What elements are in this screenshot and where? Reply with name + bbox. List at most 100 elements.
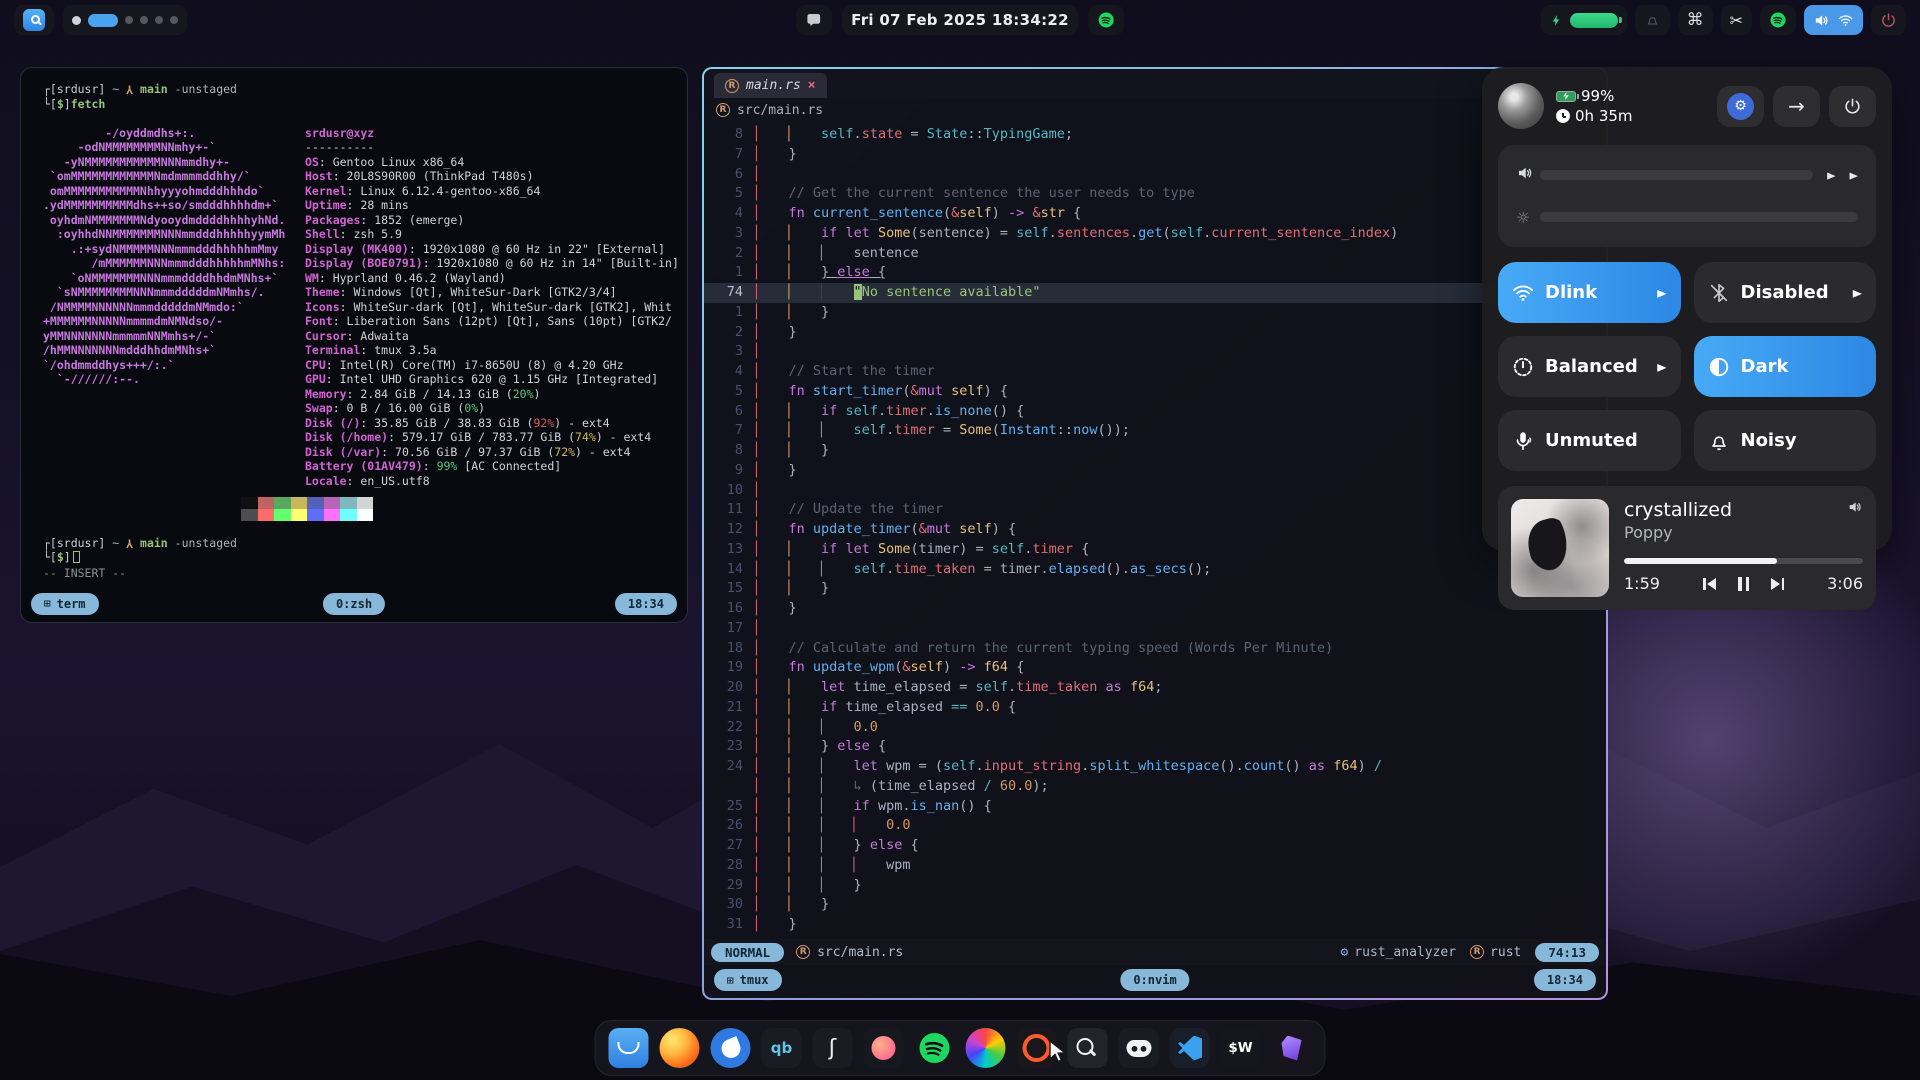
toggle-disabled[interactable]: Disabled▶ — [1694, 262, 1877, 323]
chevron-right-icon[interactable]: ▶ — [1827, 169, 1835, 180]
code-buffer[interactable]: 8▏ ▏ self.state = State::TypingGame;7▏ }… — [704, 125, 1606, 936]
code-line: 12▏ fn update_timer(&mut self) { — [704, 520, 1606, 540]
quick-toggles: Dlink▶Disabled▶Balanced▶DarkUnmutedNoisy — [1498, 262, 1876, 471]
workspace-dot-occupied[interactable] — [72, 16, 81, 25]
tab-main-rs[interactable]: R main.rs × — [714, 73, 827, 98]
vscode-icon[interactable] — [1170, 1028, 1210, 1068]
code-line: 17▏ — [704, 619, 1606, 639]
next-button[interactable] — [1771, 578, 1784, 590]
dollar-w-icon[interactable]: $W — [1221, 1028, 1261, 1068]
code-line: 28▏ ▏ ▏ ▏ wpm — [704, 856, 1606, 876]
pause-button[interactable] — [1738, 577, 1749, 591]
shell-swirl-icon[interactable]: ʃ — [813, 1028, 853, 1068]
palette-swatch — [291, 497, 308, 509]
arrow-right-icon: → — [1788, 94, 1805, 118]
discord-icon[interactable] — [1119, 1028, 1159, 1068]
sliders-card: ▶ ▶ ☼ — [1498, 145, 1876, 247]
brightness-slider[interactable] — [1540, 212, 1858, 222]
tmux-window-pill[interactable]: 0:nvim — [1120, 969, 1189, 991]
uptime-status: 0h 35m — [1556, 106, 1633, 126]
finder-icon[interactable] — [609, 1028, 649, 1068]
audio-network-pill[interactable] — [1804, 5, 1863, 35]
workspace-dot[interactable] — [125, 16, 133, 24]
tmux-window-pill[interactable]: 0:zsh — [323, 593, 385, 615]
fastfetch-output: -/oyddmdhs+:. -odNMMMMMMMMNNmhy+-` -yNMM… — [43, 126, 687, 489]
battery-indicator[interactable] — [1541, 5, 1627, 35]
dock: qbʃ $W — [595, 1020, 1326, 1076]
chat-button[interactable] — [796, 5, 832, 35]
launcher-pill[interactable] — [14, 5, 54, 35]
qbittorrent-icon[interactable]: qb — [762, 1028, 802, 1068]
fetch-info-line: Memory: 2.84 GiB / 14.13 GiB (20%) — [305, 387, 679, 402]
fetch-info-line: Icons: WhiteSur-dark [Qt], WhiteSur-dark… — [305, 300, 679, 315]
fetch-info-line: Uptime: 28 mins — [305, 198, 679, 213]
loupe-icon[interactable] — [1068, 1028, 1108, 1068]
top-bar: Fri 07 Feb 2025 18:34:22 ⌘ ✂ — [0, 0, 1920, 40]
code-line: 3▏ ▏ if let Some(sentence) = self.senten… — [704, 224, 1606, 244]
total-time: 3:06 — [1817, 574, 1863, 593]
thunderbird-icon[interactable] — [711, 1028, 751, 1068]
settings-button[interactable]: ⚙ — [1717, 86, 1764, 127]
terminal-window[interactable]: ┌[srdusr] ~ Y main -unstaged └[$]fetch -… — [20, 67, 688, 623]
fetch-info-line: Host: 20L8S90R00 (ThinkPad T480s) — [305, 169, 679, 184]
code-line: 6▏ — [704, 165, 1606, 185]
chevron-right-icon[interactable]: ▶ — [1657, 361, 1666, 373]
track-progress[interactable] — [1624, 558, 1863, 564]
toggle-balanced[interactable]: Balanced▶ — [1498, 336, 1681, 397]
shutdown-button[interactable] — [1829, 86, 1876, 127]
chevron-right-icon[interactable]: ▶ — [1853, 287, 1862, 299]
code-line: 5▏ // Get the current sentence the user … — [704, 184, 1606, 204]
chevron-right-icon[interactable]: ▶ — [1850, 169, 1858, 180]
control-center: 99% 0h 35m ⚙ → ▶ ▶ ☼ Dlink — [1482, 67, 1892, 551]
workspace-dot[interactable] — [170, 16, 178, 24]
chevron-right-icon[interactable]: ▶ — [1657, 287, 1666, 299]
close-icon[interactable]: × — [808, 78, 816, 93]
workspace-indicator[interactable] — [63, 5, 187, 35]
code-line: 6▏ ▏ if self.timer.is_none() { — [704, 402, 1606, 422]
search-icon[interactable] — [23, 9, 45, 31]
code-line: 31▏ } — [704, 915, 1606, 935]
audio-app-icon[interactable] — [864, 1028, 904, 1068]
palette-swatch — [258, 497, 275, 509]
spotify-icon[interactable] — [915, 1028, 955, 1068]
workspace-dot[interactable] — [155, 16, 163, 24]
avatar[interactable] — [1498, 83, 1544, 129]
editor-statusline: NORMAL R src/main.rs ⚙ rust_analyzer R r… — [704, 939, 1606, 965]
command-key-button[interactable]: ⌘ — [1678, 5, 1713, 35]
tmux-session-pill[interactable]: ⊞term — [31, 593, 99, 615]
fetch-info-line: Battery (01AV479): 99% [AC Connected] — [305, 459, 679, 474]
toggle-unmuted[interactable]: Unmuted — [1498, 410, 1681, 471]
fetch-info-line: Display (BOE0791): 1920x1080 @ 60 Hz in … — [305, 256, 679, 271]
workspace-dot[interactable] — [140, 16, 148, 24]
statusline-file: R src/main.rs — [796, 945, 903, 960]
vim-mode-pill: NORMAL — [711, 943, 784, 962]
workspace-active[interactable] — [88, 14, 118, 27]
toggle-dlink[interactable]: Dlink▶ — [1498, 262, 1681, 323]
previous-button[interactable] — [1703, 578, 1716, 590]
spotify-tray-button[interactable] — [1760, 5, 1796, 35]
fetch-info-line: WM: Hyprland 0.46.2 (Wayland) — [305, 271, 679, 286]
bolt-icon — [1550, 13, 1563, 28]
logout-button[interactable]: → — [1773, 86, 1820, 127]
toggle-noisy[interactable]: Noisy — [1694, 410, 1877, 471]
fastfetch-info: srdusr@xyz----------OS: Gentoo Linux x86… — [305, 126, 679, 489]
palette-swatch — [258, 509, 275, 521]
fetch-info-line: Swap: 0 B / 16.00 GiB (0%) — [305, 401, 679, 416]
spotify-button[interactable] — [1088, 5, 1124, 35]
fetch-info-line: OS: Gentoo Linux x86_64 — [305, 155, 679, 170]
editor-window[interactable]: R main.rs × R src/main.rs 8▏ ▏ self.stat… — [702, 67, 1608, 1000]
volume-slider[interactable] — [1540, 170, 1813, 180]
tmux-session-pill[interactable]: ⊞tmux — [714, 969, 782, 991]
power-button[interactable] — [1871, 5, 1906, 35]
obsidian-icon[interactable] — [1272, 1028, 1312, 1068]
notification-button[interactable] — [1635, 5, 1670, 35]
fetch-info-line: Cursor: Adwaita — [305, 329, 679, 344]
toggle-dark[interactable]: Dark — [1694, 336, 1877, 397]
notification-icon — [1644, 12, 1661, 29]
screenshot-button[interactable]: ✂ — [1721, 5, 1752, 35]
code-line: 7▏ ▏ ▏ self.timer = Some(Instant::now())… — [704, 421, 1606, 441]
clock-pill[interactable]: Fri 07 Feb 2025 18:34:22 — [842, 5, 1078, 35]
firefox-icon[interactable] — [660, 1028, 700, 1068]
color-wheel-icon[interactable] — [966, 1028, 1006, 1068]
speaker-icon[interactable] — [1847, 499, 1863, 542]
